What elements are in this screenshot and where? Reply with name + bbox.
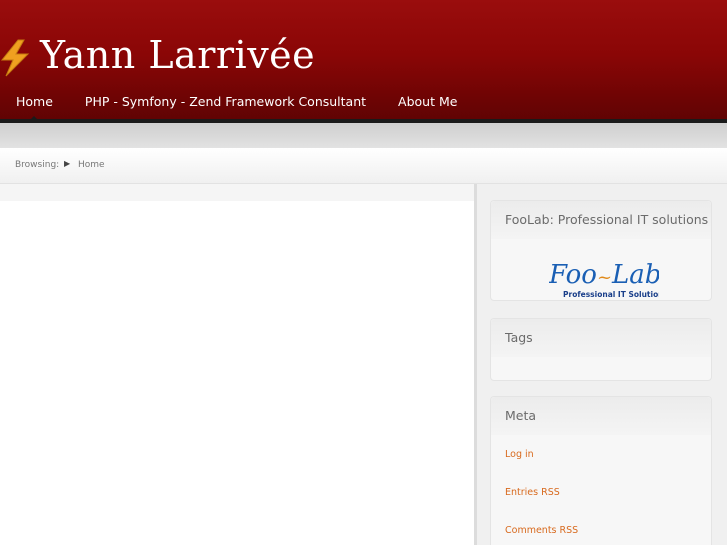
- header-shadow-band: [0, 123, 727, 148]
- widget-tags: Tags: [490, 318, 712, 381]
- nav-item-consultant[interactable]: PHP - Symfony - Zend Framework Consultan…: [69, 88, 382, 118]
- main-content: [0, 201, 474, 545]
- svg-text:Professional IT Solutions: Professional IT Solutions: [563, 290, 659, 299]
- widget-title: Tags: [491, 319, 711, 357]
- meta-link-entries-rss[interactable]: Entries RSS: [505, 487, 560, 498]
- widget-title: FooLab: Professional IT solutions: [491, 201, 711, 239]
- site-header: Yann Larrivée Home PHP - Symfony - Zend …: [0, 0, 727, 123]
- triangle-right-icon: ▶: [64, 159, 71, 168]
- lightning-bolt-icon: [0, 39, 30, 77]
- main-nav: Home PHP - Symfony - Zend Framework Cons…: [0, 88, 473, 120]
- content-top-strip: [0, 184, 474, 201]
- breadcrumb-home-link[interactable]: Home: [78, 160, 105, 170]
- widget-foolab: FooLab: Professional IT solutions Foo~La…: [490, 200, 712, 301]
- meta-link-login[interactable]: Log in: [505, 449, 534, 460]
- svg-text:Foo~Lab: Foo~Lab: [549, 260, 659, 290]
- breadcrumb-label: Browsing:: [15, 160, 60, 170]
- breadcrumb: Browsing: ▶ Home: [0, 148, 727, 184]
- nav-item-about[interactable]: About Me: [382, 88, 473, 118]
- nav-item-home[interactable]: Home: [0, 88, 69, 120]
- foolab-logo[interactable]: Foo~Lab Professional IT Solutions: [549, 257, 659, 299]
- widget-meta: Meta Log in Entries RSS Comments RSS: [490, 396, 712, 545]
- meta-link-comments-rss[interactable]: Comments RSS: [505, 525, 578, 536]
- widget-title: Meta: [491, 397, 711, 435]
- site-title[interactable]: Yann Larrivée: [40, 33, 315, 77]
